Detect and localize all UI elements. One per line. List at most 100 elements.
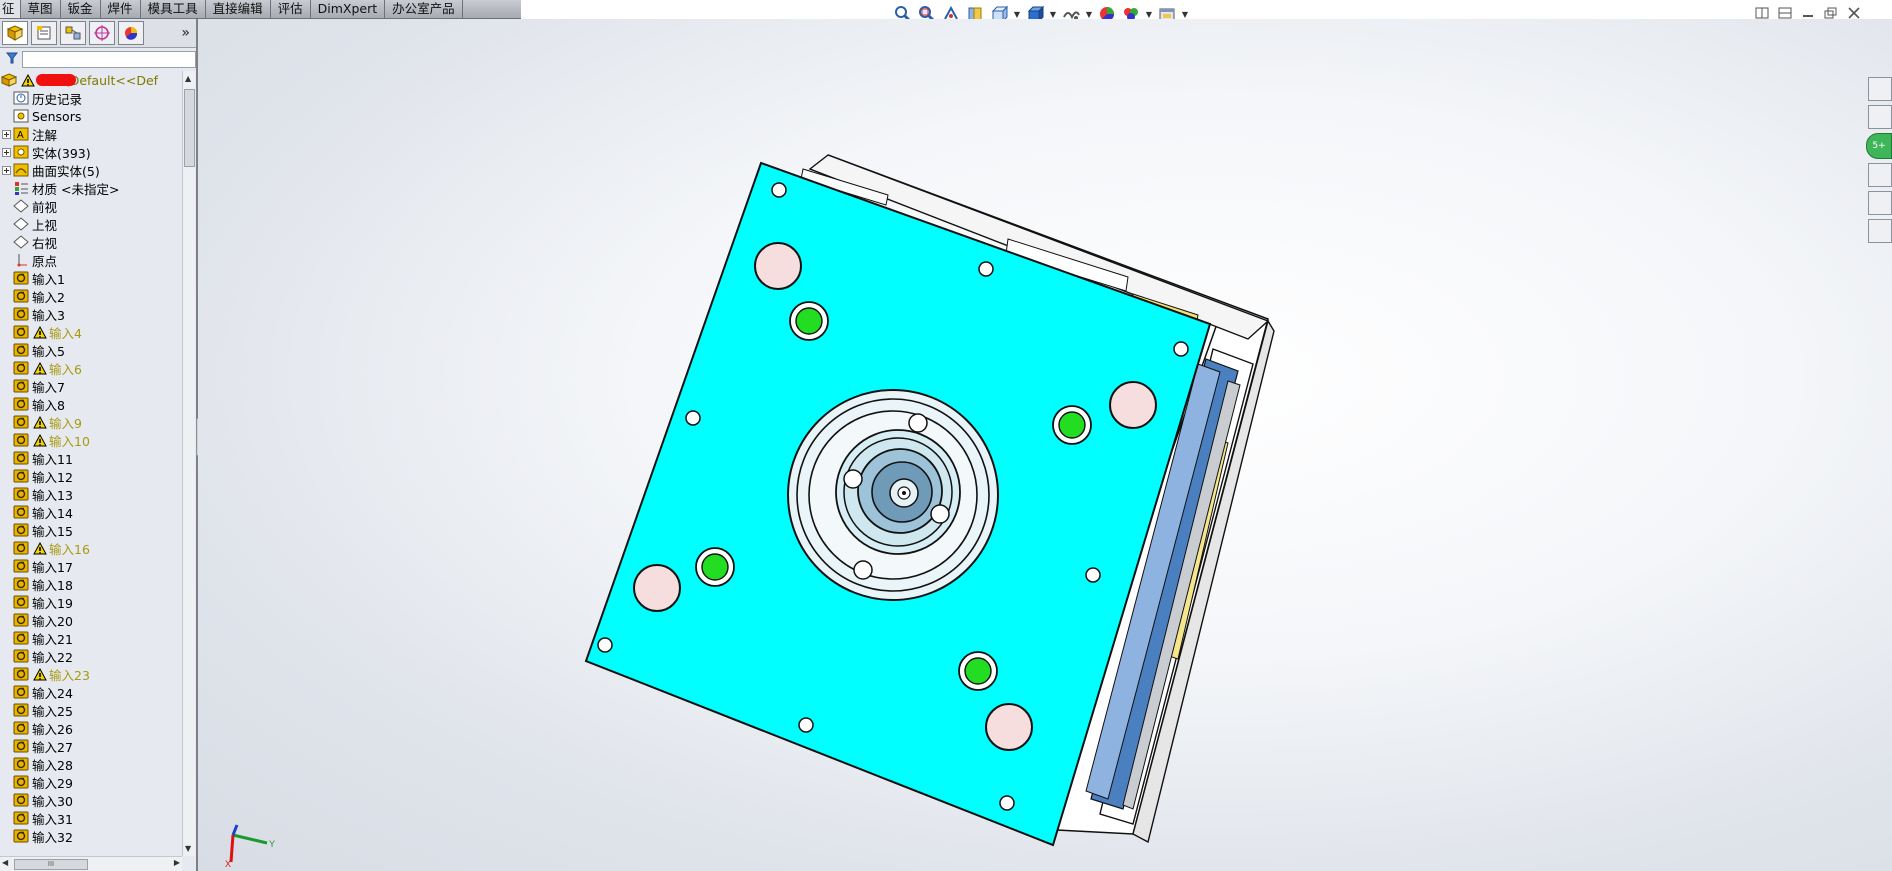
tree-item[interactable]: 输入25 [0, 701, 182, 719]
command-tab[interactable]: 草图 [21, 0, 61, 18]
surface-bodies-icon [12, 162, 30, 178]
tree-item-label: 输入3 [32, 307, 65, 323]
tree-item[interactable]: 输入23 [0, 665, 182, 683]
tree-item[interactable]: 输入28 [0, 755, 182, 773]
tree-item[interactable]: 上视 [0, 215, 182, 233]
tree-item-label: 输入17 [32, 559, 73, 575]
expand-panel-icon[interactable]: » [181, 25, 190, 41]
graphics-area[interactable]: Y X 5+ [198, 19, 1892, 871]
custom-properties-icon[interactable] [1868, 219, 1892, 243]
tree-item[interactable]: 输入14 [0, 503, 182, 521]
tree-item[interactable]: 前视 [0, 197, 182, 215]
tree-item[interactable]: 输入26 [0, 719, 182, 737]
scroll-down-icon[interactable]: ▼ [185, 844, 191, 853]
plate-hole [597, 637, 613, 653]
tree-item[interactable]: 输入5 [0, 341, 182, 359]
expand-toggle-icon[interactable] [0, 125, 12, 143]
tree-item[interactable]: 输入31 [0, 809, 182, 827]
property-manager-tab[interactable] [31, 21, 57, 45]
tree-item[interactable]: 输入12 [0, 467, 182, 485]
tree-item[interactable]: 原点 [0, 251, 182, 269]
command-tab[interactable]: 直接编辑 [206, 0, 271, 18]
display-manager-tab[interactable] [118, 21, 144, 45]
solidworks-forum-icon[interactable]: 5+ [1866, 133, 1892, 159]
tree-item[interactable]: 输入1 [0, 269, 182, 287]
tree-item[interactable]: 输入24 [0, 683, 182, 701]
tree-item[interactable]: 输入29 [0, 773, 182, 791]
tree-vertical-scroll-thumb[interactable] [184, 89, 195, 167]
tree-root-part[interactable]: 381 (Default<<Def [0, 71, 182, 89]
feature-manager-tab[interactable] [2, 21, 28, 45]
import-feature-icon [12, 702, 30, 718]
tree-item[interactable]: 实体(393) [0, 143, 182, 161]
redaction-mark [36, 74, 76, 86]
tree-item[interactable]: 输入20 [0, 611, 182, 629]
solidworks-resources-icon[interactable] [1868, 77, 1892, 101]
tree-item[interactable]: 输入15 [0, 521, 182, 539]
tree-item[interactable]: 右视 [0, 233, 182, 251]
tile-window-icon[interactable] [1754, 6, 1770, 20]
command-tab[interactable]: 征 [0, 0, 21, 18]
tree-horizontal-scroll-thumb[interactable]: III [14, 859, 88, 870]
home-icon[interactable] [1868, 105, 1892, 129]
tree-item-label: 历史记录 [32, 91, 83, 107]
expand-toggle-icon[interactable] [0, 161, 12, 179]
part-icon [0, 72, 18, 88]
tree-item[interactable]: Sensors [0, 107, 182, 125]
feature-manager-panel: » 381 (Default<<Def 历史记录 Sensors A 注解 实体(393… [0, 19, 198, 871]
tree-item[interactable]: 材质 <未指定> [0, 179, 182, 197]
import-feature-icon [12, 468, 30, 484]
appearances-icon[interactable] [1868, 191, 1892, 215]
close-icon[interactable] [1846, 6, 1862, 20]
minimize-icon[interactable] [1800, 6, 1816, 20]
tree-item[interactable]: 输入7 [0, 377, 182, 395]
command-tab[interactable]: 模具工具 [141, 0, 206, 18]
tree-item[interactable]: 输入22 [0, 647, 182, 665]
split-window-icon[interactable] [1777, 6, 1793, 20]
panel-tabs: » [0, 19, 196, 48]
dimxpert-manager-tab[interactable] [89, 21, 115, 45]
command-tab[interactable]: 焊件 [101, 0, 141, 18]
configuration-manager-tab[interactable] [60, 21, 86, 45]
tree-item[interactable]: 输入10 [0, 431, 182, 449]
tree-item-label: 右视 [32, 235, 58, 251]
scroll-right-icon[interactable]: ▶ [174, 858, 180, 867]
tree-item[interactable]: 输入19 [0, 593, 182, 611]
filter-input[interactable] [22, 50, 196, 68]
command-tab[interactable]: 评估 [271, 0, 311, 18]
tree-item[interactable]: 输入3 [0, 305, 182, 323]
tree-item[interactable]: A 注解 [0, 125, 182, 143]
tree-item-label: 输入8 [32, 397, 65, 413]
tree-item[interactable]: 输入9 [0, 413, 182, 431]
tree-vertical-scrollbar[interactable]: ▲ ▼ [182, 71, 195, 856]
tree-item[interactable]: 曲面实体(5) [0, 161, 182, 179]
tree-item[interactable]: 输入32 [0, 827, 182, 845]
tree-item[interactable]: 输入13 [0, 485, 182, 503]
file-explorer-icon[interactable] [1868, 163, 1892, 187]
tree-item[interactable]: 输入18 [0, 575, 182, 593]
expand-toggle-icon[interactable] [0, 143, 12, 161]
tree-item[interactable]: 输入30 [0, 791, 182, 809]
tree-horizontal-scrollbar[interactable]: ◀ III ▶ [0, 856, 182, 871]
tree-item[interactable]: 输入2 [0, 287, 182, 305]
scroll-left-icon[interactable]: ◀ [2, 858, 8, 867]
command-tab[interactable]: 钣金 [61, 0, 101, 18]
tree-item[interactable]: 输入4 [0, 323, 182, 341]
tree-item[interactable]: 输入11 [0, 449, 182, 467]
import-feature-icon [12, 576, 30, 592]
tree-item[interactable]: 输入17 [0, 557, 182, 575]
command-tab[interactable]: DimXpert [311, 0, 386, 18]
command-tab[interactable]: 办公室产品 [385, 0, 463, 18]
tree-item[interactable]: 输入6 [0, 359, 182, 377]
restore-icon[interactable] [1823, 6, 1839, 20]
tree-item[interactable]: 输入27 [0, 737, 182, 755]
tree-item[interactable]: 输入8 [0, 395, 182, 413]
import-feature-icon [12, 828, 30, 844]
tree-item[interactable]: 输入16 [0, 539, 182, 557]
tree-item[interactable]: 历史记录 [0, 89, 182, 107]
scroll-up-icon[interactable]: ▲ [185, 74, 191, 83]
tree-item[interactable]: 输入21 [0, 629, 182, 647]
